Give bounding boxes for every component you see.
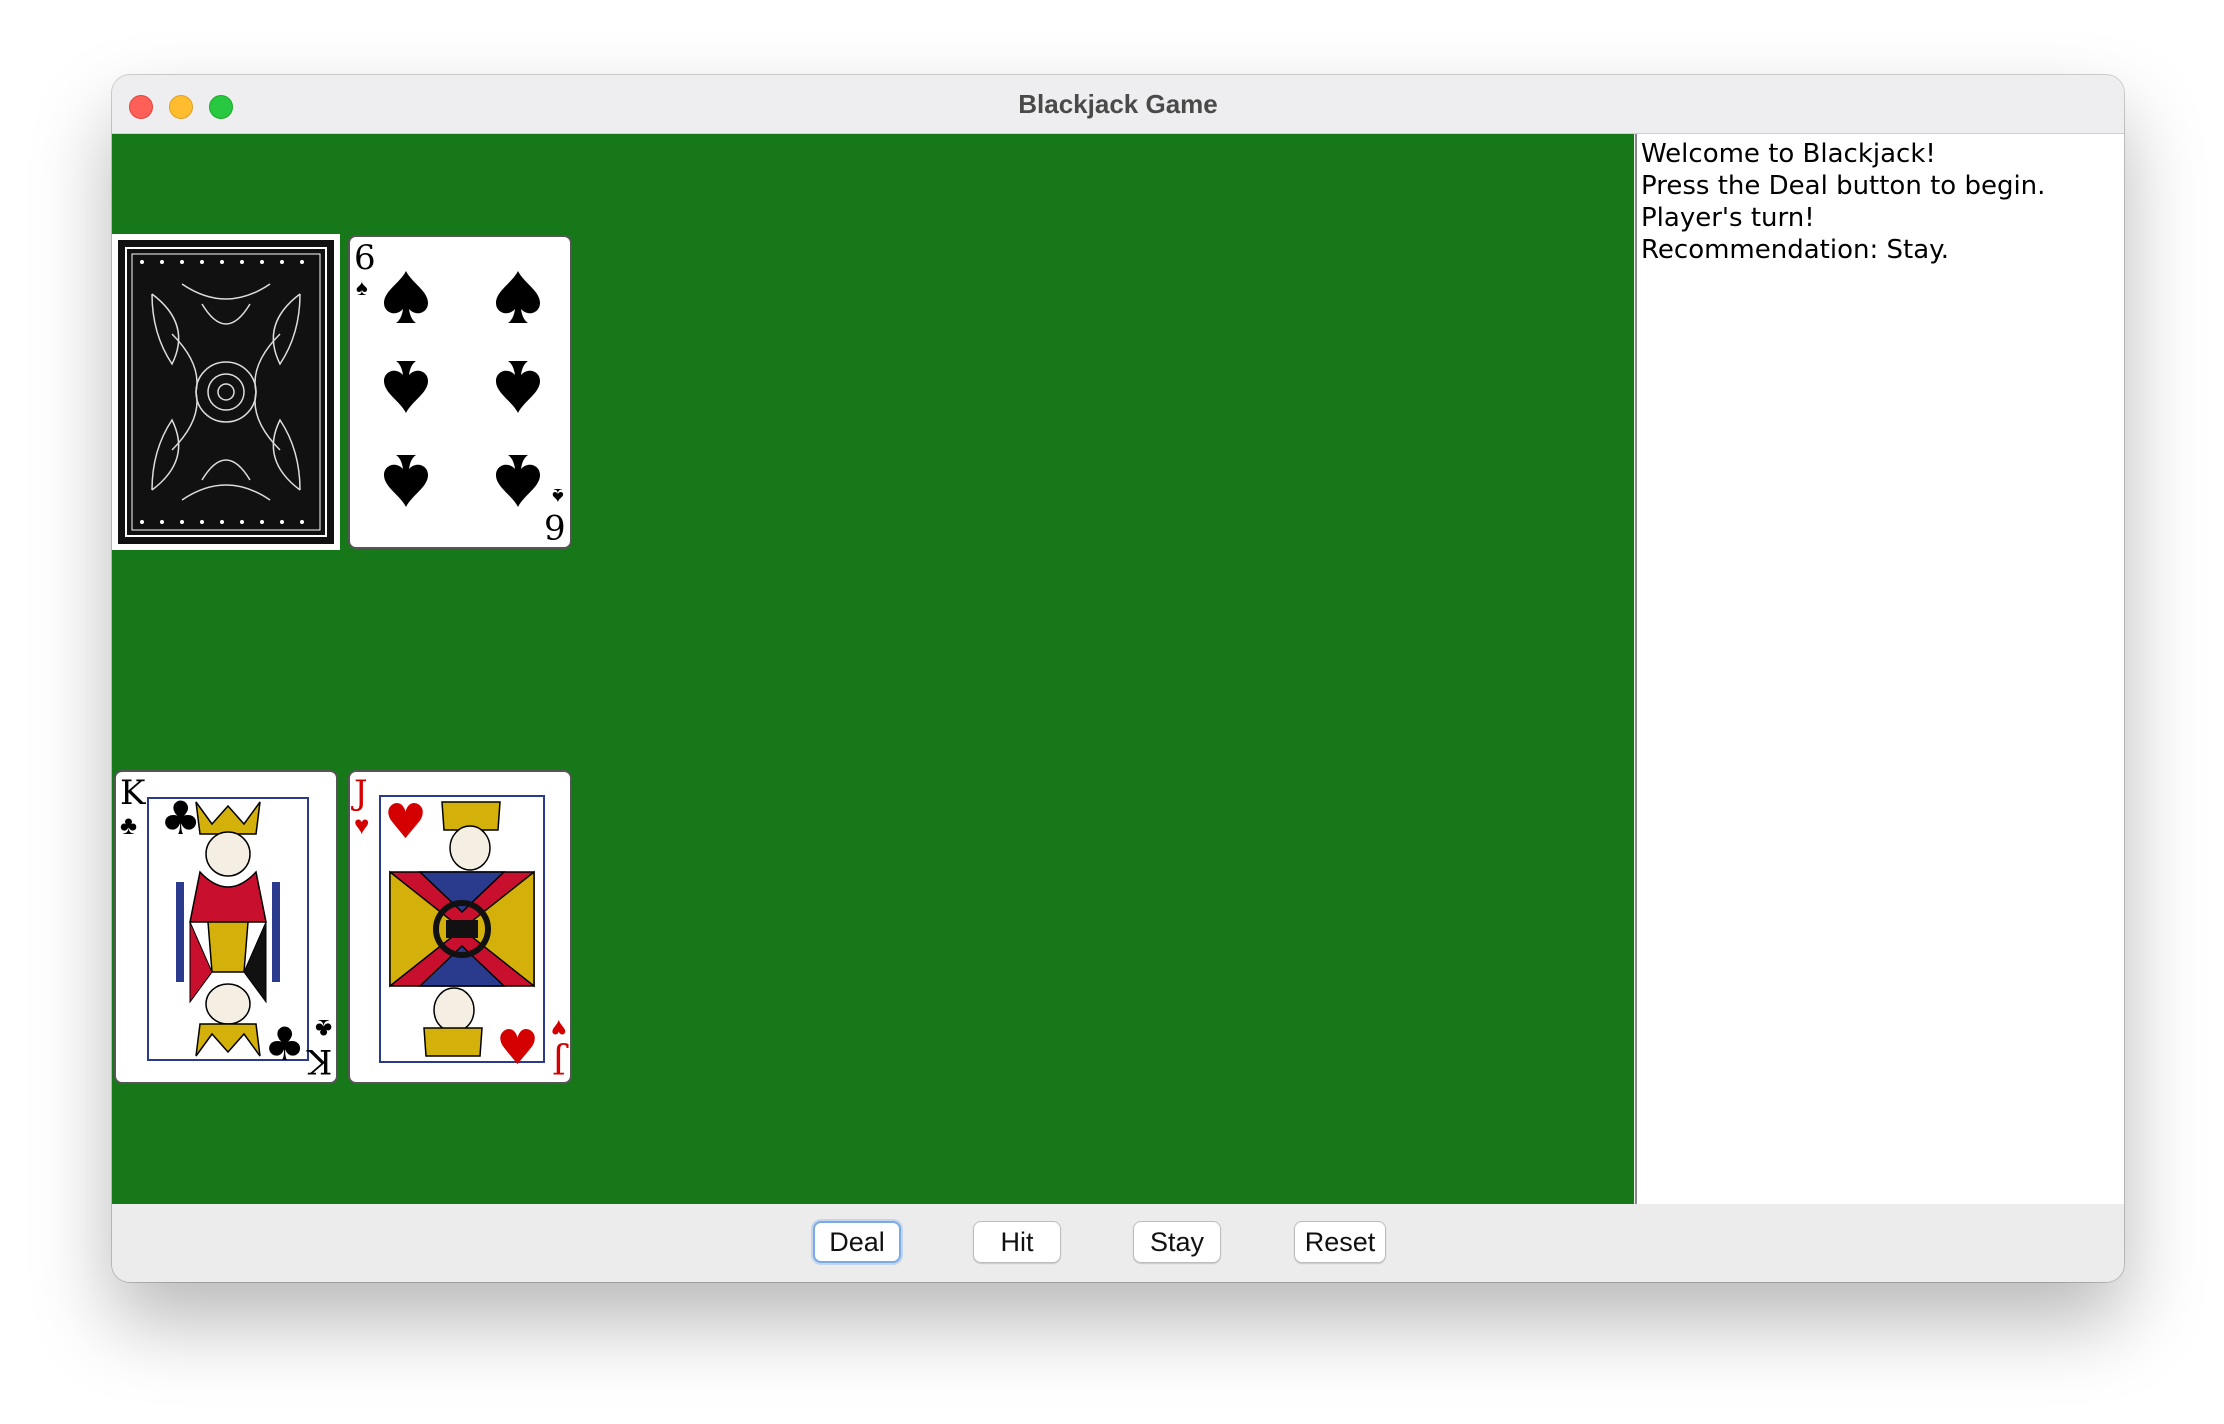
- card-suit-bottom-icon: ♣: [314, 1014, 332, 1044]
- card-rank-top: 6: [354, 238, 376, 278]
- player-card-king-of-clubs: ♣ ♣ K ♣ K ♣: [114, 770, 338, 1084]
- dealer-card-back: [112, 234, 340, 550]
- title-bar: Blackjack Game: [112, 75, 2124, 134]
- card-rank-top: K: [120, 773, 146, 813]
- player-card-jack-of-hearts: ♥ ♥ J ♥ J ♥: [348, 770, 572, 1084]
- log-line: Player's turn!: [1641, 203, 1815, 233]
- reset-button[interactable]: Reset: [1294, 1221, 1386, 1263]
- window-title: Blackjack Game: [1018, 89, 1218, 119]
- log-line: Recommendation: Stay.: [1641, 235, 1950, 265]
- card-back-pattern-icon: [112, 234, 340, 550]
- card-suit-bottom-icon: ♠: [552, 484, 564, 509]
- app-window: Blackjack Game 6 ♠ 6 ♠ ♣ ♣ K ♣ K ♣ ♥ ♥ J…: [112, 75, 2124, 1282]
- hit-button[interactable]: Hit: [973, 1221, 1061, 1263]
- card-suit-top-icon: ♣: [120, 810, 138, 840]
- card-suit-bottom-icon: ♥: [550, 1014, 566, 1044]
- card-rank-bottom: 6: [544, 506, 566, 546]
- svg-text:♥: ♥: [384, 794, 427, 850]
- card-suit-top-icon: ♥: [354, 810, 370, 840]
- deal-button[interactable]: Deal: [813, 1221, 901, 1263]
- jack-face-art-icon: ♥ ♥: [379, 794, 545, 1076]
- card-rank-bottom: K: [306, 1041, 332, 1081]
- card-suit-top-icon: ♠: [356, 275, 368, 300]
- dealer-card-six-of-spades: 6 ♠ 6 ♠: [348, 235, 572, 549]
- card-rank-bottom: J: [552, 1041, 566, 1081]
- stay-button[interactable]: Stay: [1133, 1221, 1221, 1263]
- card-rank-top: J: [354, 773, 368, 813]
- svg-text:♥: ♥: [496, 1020, 539, 1076]
- svg-text:♣: ♣: [160, 791, 201, 845]
- log-line: Welcome to Blackjack!: [1641, 139, 1936, 169]
- game-log-textarea[interactable]: Welcome to Blackjack! Press the Deal but…: [1635, 134, 2124, 1204]
- button-bar: Deal Hit Stay Reset: [112, 1204, 2124, 1282]
- king-face-art-icon: ♣ ♣: [147, 791, 309, 1071]
- game-table: 6 ♠ 6 ♠ ♣ ♣ K ♣ K ♣ ♥ ♥ J ♥ J ♥: [112, 134, 1634, 1204]
- log-line: Press the Deal button to begin.: [1641, 171, 2046, 201]
- svg-text:♣: ♣: [264, 1017, 305, 1071]
